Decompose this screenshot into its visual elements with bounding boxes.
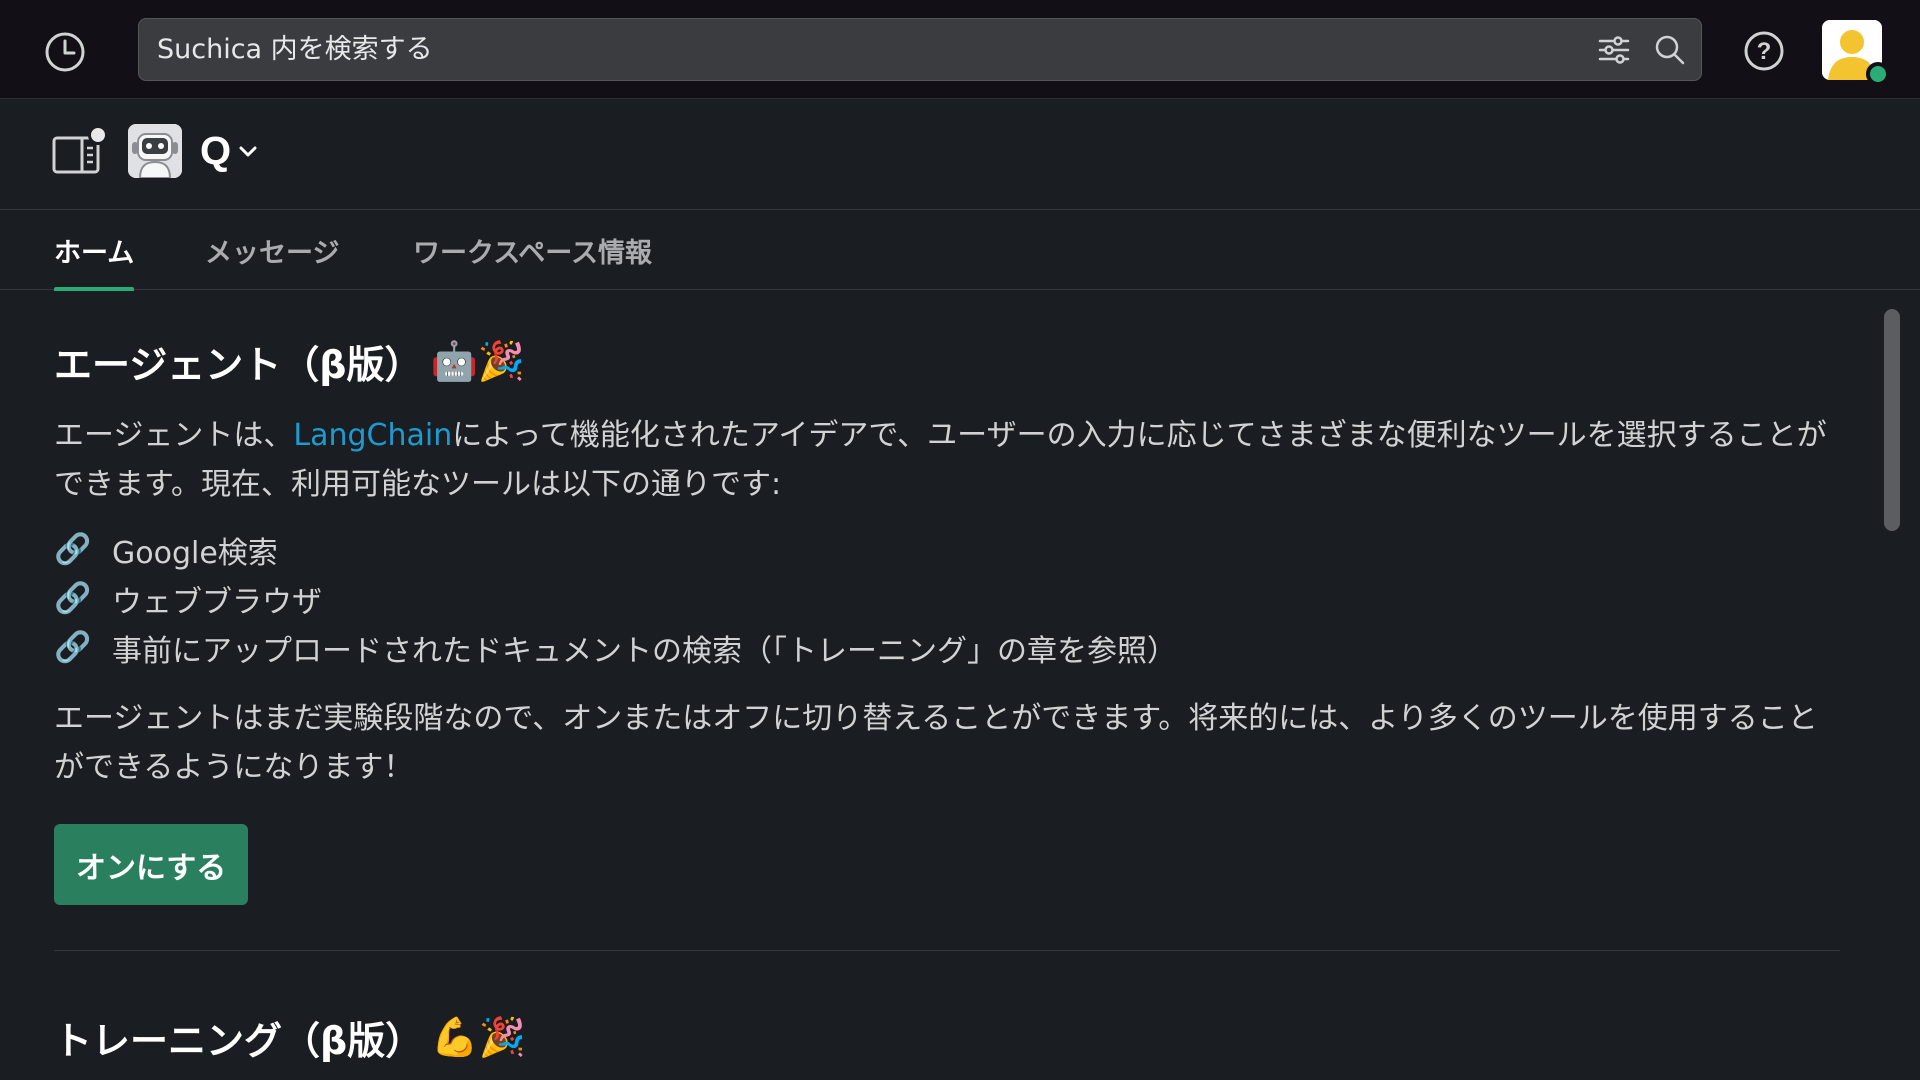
link-icon: 🔗 xyxy=(54,581,92,616)
list-item: 🔗 事前にアップロードされたドキュメントの検索（「トレーニング」の章を参照） xyxy=(54,623,1844,672)
agent-title-text: エージェント（β版） xyxy=(54,342,423,387)
question-circle-icon: ? xyxy=(1744,31,1784,71)
magnifier-search-icon xyxy=(1655,35,1685,64)
clock-history-icon xyxy=(45,32,85,72)
app-name-dropdown[interactable]: Q xyxy=(200,126,259,176)
tool-list: 🔗 Google検索 🔗 ウェブブラウザ 🔗 事前にアップロードされたドキュメン… xyxy=(54,525,1844,672)
section-divider xyxy=(54,950,1840,951)
robot-avatar-icon xyxy=(128,124,182,178)
training-section-title: トレーニング（β版） 💪🎉 xyxy=(54,1009,1844,1065)
list-item: 🔗 Google検索 xyxy=(54,525,1844,574)
home-content: エージェント（β版） 🤖🎉 エージェントは、LangChainによって機能化され… xyxy=(54,291,1844,1065)
search-button[interactable] xyxy=(1645,25,1695,75)
robot-party-emoji-icon: 🤖🎉 xyxy=(430,339,526,383)
search-input[interactable] xyxy=(139,19,1589,80)
filter-button[interactable] xyxy=(1589,25,1639,75)
tab-workspace-info-label: ワークスペース情報 xyxy=(413,238,652,269)
chevron-down-icon xyxy=(239,146,257,157)
link-icon: 🔗 xyxy=(54,630,92,665)
help-button[interactable]: ? xyxy=(1742,29,1786,73)
app-avatar[interactable] xyxy=(128,124,182,178)
tab-bar: ホーム メッセージ ワークスペース情報 xyxy=(0,211,1920,291)
top-bar: ? xyxy=(0,0,1920,99)
link-icon: 🔗 xyxy=(54,532,92,567)
app-name: Q xyxy=(200,128,232,173)
list-item: 🔗 ウェブブラウザ xyxy=(54,574,1844,623)
langchain-link[interactable]: LangChain xyxy=(293,418,452,453)
training-title-text: トレーニング（β版） xyxy=(54,1018,424,1063)
channel-header: Q xyxy=(0,100,1920,210)
tab-workspace-info[interactable]: ワークスペース情報 xyxy=(413,211,652,290)
search-bar[interactable] xyxy=(138,18,1702,81)
tool-label: ウェブブラウザ xyxy=(112,584,322,620)
tool-label: Google検索 xyxy=(112,535,278,571)
muscle-party-emoji-icon: 💪🎉 xyxy=(431,1015,526,1059)
agent-intro-text-start: エージェントは、 xyxy=(54,418,294,453)
tab-messages[interactable]: メッセージ xyxy=(205,211,339,290)
tab-home-label: ホーム xyxy=(54,238,135,269)
presence-indicator xyxy=(1866,62,1890,86)
content-scrollbar[interactable] xyxy=(1884,306,1900,1080)
svg-text:?: ? xyxy=(1757,38,1772,65)
tab-messages-label: メッセージ xyxy=(205,238,340,269)
unread-dot xyxy=(88,125,108,145)
tab-home[interactable]: ホーム xyxy=(54,211,135,291)
agent-intro-paragraph: エージェントは、LangChainによって機能化されたアイデアで、ユーザーの入力… xyxy=(54,411,1844,509)
sliders-filter-icon xyxy=(1598,35,1630,64)
agent-section-title: エージェント（β版） 🤖🎉 xyxy=(54,333,1844,389)
agent-note-paragraph: エージェントはまだ実験段階なので、オンまたはオフに切り替えることができます。将来… xyxy=(54,701,1818,785)
turn-on-agent-button[interactable]: オンにする xyxy=(54,824,249,905)
scrollbar-thumb[interactable] xyxy=(1884,309,1900,531)
tool-label: 事前にアップロードされたドキュメントの検索（「トレーニング」の章を参照） xyxy=(112,633,1177,669)
history-button[interactable] xyxy=(42,29,88,75)
